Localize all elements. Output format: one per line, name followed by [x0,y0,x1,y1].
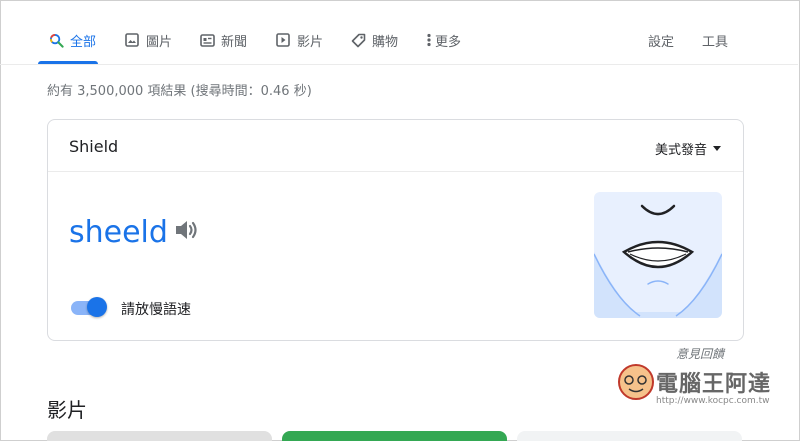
news-icon [199,32,215,48]
watermark-title: 電腦王阿達 [656,372,772,397]
tab-images-label: 圖片 [146,34,173,50]
pronunciation-card: Shield 美式發音 sheeld 請放慢語速 [47,119,744,341]
image-icon [124,32,140,48]
settings-link[interactable]: 設定 [648,30,674,50]
speaker-icon[interactable] [174,215,200,250]
video-thumbnail[interactable] [47,431,272,441]
search-tabs: 全部 圖片 新聞 影片 購物 更多 設定 工具 [0,0,798,65]
phonetic-spelling: sheeld [69,215,200,250]
search-term: Shield [69,137,119,156]
slow-speed-toggle[interactable] [69,297,107,317]
more-vert-icon [425,32,433,48]
tag-icon [350,32,366,48]
tab-all[interactable]: 全部 [48,30,96,50]
tab-images[interactable]: 圖片 [124,30,172,50]
toggle-knob [87,297,107,317]
search-icon [48,32,64,48]
card-header: Shield 美式發音 [48,120,743,172]
active-tab-indicator [38,61,98,64]
tab-news[interactable]: 新聞 [199,30,247,50]
result-stats: 約有 3,500,000 項結果 (搜尋時間：0.46 秒) [47,84,312,99]
accent-label: 美式發音 [654,143,707,158]
phonetic-text: sheeld [69,215,168,250]
tools-link[interactable]: 工具 [702,30,728,50]
accent-dropdown[interactable]: 美式發音 [655,139,721,158]
mouth-illustration [594,192,722,318]
watermark-url: http://www.kocpc.com.tw [656,396,770,406]
video-thumbnail[interactable] [282,431,507,441]
tab-more-label: 更多 [435,34,462,50]
video-thumbnail[interactable] [517,431,742,441]
tab-shopping-label: 購物 [372,34,399,50]
tab-shopping[interactable]: 購物 [350,30,398,50]
tab-all-label: 全部 [70,34,97,50]
tab-news-label: 新聞 [221,34,248,50]
tab-videos-label: 影片 [297,34,324,50]
settings-label: 設定 [648,34,675,50]
video-icon [275,32,291,48]
videos-section-title: 影片 [47,398,87,422]
tools-label: 工具 [702,34,729,50]
tab-more[interactable]: 更多 [425,30,461,50]
slow-speed-label: 請放慢語速 [121,302,191,318]
feedback-link[interactable]: 意見回饋 [676,345,724,362]
chevron-down-icon [713,146,721,151]
site-watermark: 電腦王阿達 http://www.kocpc.com.tw [616,362,792,414]
tab-videos[interactable]: 影片 [275,30,323,50]
